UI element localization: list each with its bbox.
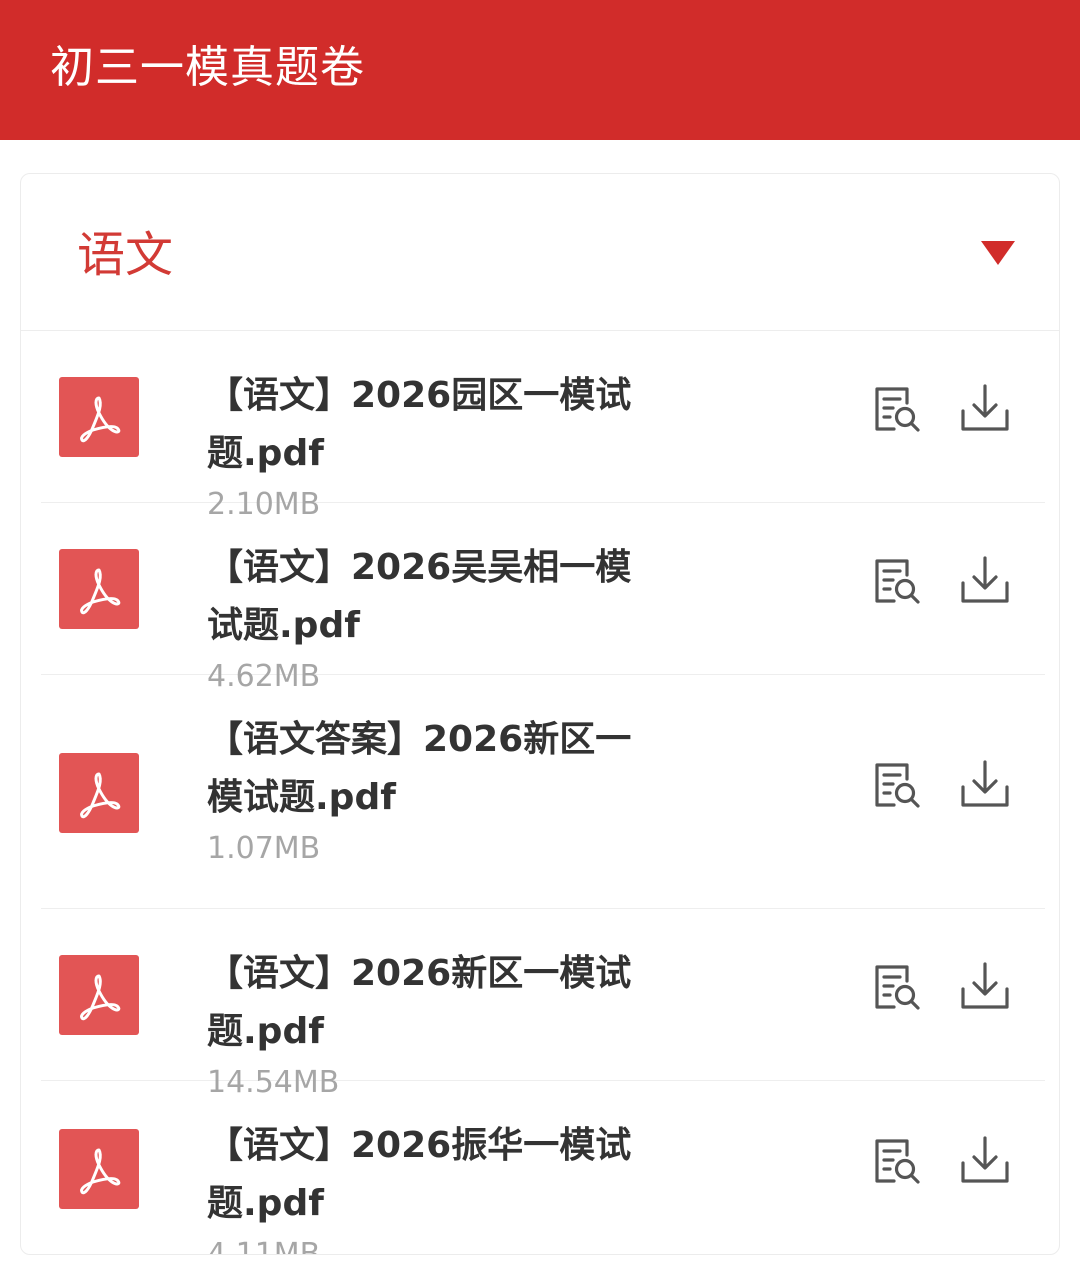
file-info: 【语文】2026振华一模试题.pdf 4.11MB <box>207 1117 667 1255</box>
section-title: 语文 <box>77 227 174 283</box>
file-row[interactable]: 【语文答案】2026新区一模试题.pdf 1.07MB <box>41 675 1045 909</box>
download-icon[interactable] <box>957 757 1013 813</box>
file-list-card: 语文 【语文】2026园区一模试题.pdf 2.10MB 【语文】2026吴吴相… <box>20 173 1060 1255</box>
preview-search-icon[interactable] <box>869 759 925 815</box>
page-title: 初三一模真题卷 <box>50 42 365 93</box>
file-name[interactable]: 【语文】2026吴吴相一模试题.pdf <box>207 539 667 655</box>
pdf-file-icon <box>59 753 139 833</box>
file-row[interactable]: 【语文】2026园区一模试题.pdf 2.10MB <box>41 331 1045 522</box>
preview-search-icon[interactable] <box>869 1135 925 1191</box>
file-size: 4.11MB <box>207 1237 321 1255</box>
preview-search-icon[interactable] <box>869 383 925 439</box>
file-info: 【语文】2026吴吴相一模试题.pdf 4.62MB <box>207 539 667 697</box>
pdf-file-icon <box>59 549 139 629</box>
file-info: 【语文】2026新区一模试题.pdf 14.54MB <box>207 945 667 1103</box>
file-size: 1.07MB <box>207 831 321 866</box>
file-name[interactable]: 【语文答案】2026新区一模试题.pdf <box>207 711 667 827</box>
file-name[interactable]: 【语文】2026振华一模试题.pdf <box>207 1117 667 1233</box>
file-row[interactable]: 【语文】2026新区一模试题.pdf 14.54MB <box>41 909 1045 1100</box>
app-header: 初三一模真题卷 <box>0 0 1080 140</box>
download-icon[interactable] <box>957 381 1013 437</box>
download-icon[interactable] <box>957 959 1013 1015</box>
pdf-file-icon <box>59 377 139 457</box>
preview-search-icon[interactable] <box>869 555 925 611</box>
file-name[interactable]: 【语文】2026新区一模试题.pdf <box>207 945 667 1061</box>
pdf-file-icon <box>59 1129 139 1209</box>
caret-down-icon[interactable] <box>981 241 1015 265</box>
section-header-chinese[interactable]: 语文 <box>21 174 1059 331</box>
download-icon[interactable] <box>957 1133 1013 1189</box>
file-info: 【语文答案】2026新区一模试题.pdf 1.07MB <box>207 711 667 869</box>
download-icon[interactable] <box>957 553 1013 609</box>
file-name[interactable]: 【语文】2026园区一模试题.pdf <box>207 367 667 483</box>
file-row[interactable]: 【语文】2026吴吴相一模试题.pdf 4.62MB <box>41 503 1045 694</box>
file-info: 【语文】2026园区一模试题.pdf 2.10MB <box>207 367 667 525</box>
pdf-file-icon <box>59 955 139 1035</box>
file-row[interactable]: 【语文】2026振华一模试题.pdf 4.11MB <box>41 1081 1045 1255</box>
preview-search-icon[interactable] <box>869 961 925 1017</box>
